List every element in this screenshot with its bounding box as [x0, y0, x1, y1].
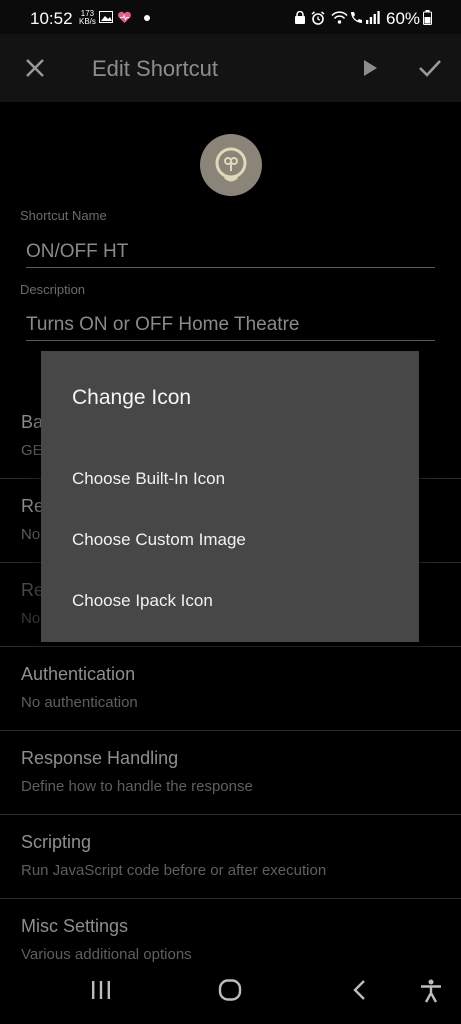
settings-item-subtitle: No	[21, 610, 41, 627]
dialog-option-label: Choose Ipack Icon	[72, 591, 213, 610]
play-icon[interactable]	[361, 59, 379, 77]
wifi-calling-icon	[351, 12, 362, 23]
settings-item-scripting[interactable]: Scripting Run JavaScript code before or …	[0, 814, 461, 899]
settings-item-title: Authentication	[21, 664, 136, 684]
settings-item-title: Scripting	[21, 832, 92, 852]
settings-item-subtitle: Define how to handle the response	[21, 778, 253, 795]
description-input[interactable]: Turns ON or OFF Home Theatre	[26, 314, 299, 336]
settings-item-subtitle: No	[21, 526, 41, 543]
settings-item-subtitle: Run JavaScript code before or after exec…	[21, 862, 327, 879]
settings-item-title: Ba	[21, 412, 44, 432]
recent-apps-icon[interactable]	[90, 979, 112, 1001]
shortcut-icon-button[interactable]	[200, 134, 262, 196]
status-bar: 10:52 173 KB/s 60%	[0, 0, 461, 34]
accessibility-icon[interactable]	[419, 979, 443, 1003]
battery-charging-icon	[423, 10, 432, 25]
settings-item-subtitle: GE	[21, 442, 43, 459]
app-bar: Edit Shortcut	[0, 34, 461, 102]
change-icon-dialog: Change Icon Choose Built-In Icon Choose …	[41, 351, 419, 642]
settings-item-response-handling[interactable]: Response Handling Define how to handle t…	[0, 730, 461, 815]
wifi-icon	[331, 11, 348, 24]
battery-percentage: 60%	[386, 9, 421, 28]
navigation-bar	[0, 962, 461, 1024]
dialog-option-label: Choose Custom Image	[72, 530, 246, 549]
close-icon[interactable]	[24, 57, 46, 79]
settings-item-subtitle: No authentication	[21, 694, 138, 711]
choose-ipack-icon-option[interactable]: Choose Ipack Icon	[41, 573, 419, 633]
lock-icon	[295, 11, 305, 24]
description-label: Description	[20, 282, 86, 297]
choose-built-in-icon-option[interactable]: Choose Built-In Icon	[41, 451, 419, 511]
notification-dot-icon	[144, 15, 150, 21]
home-icon[interactable]	[218, 979, 242, 1001]
settings-item-title: Misc Settings	[21, 916, 129, 936]
shortcut-name-underline	[26, 267, 435, 268]
choose-custom-image-option[interactable]: Choose Custom Image	[41, 512, 419, 572]
shortcut-name-input[interactable]: ON/OFF HT	[26, 241, 128, 263]
dialog-title: Change Icon	[72, 386, 192, 409]
signal-icon	[366, 11, 380, 24]
alarm-icon	[311, 11, 325, 25]
status-time: 10:52	[30, 9, 73, 28]
gallery-icon	[99, 11, 113, 23]
settings-item-authentication[interactable]: Authentication No authentication	[0, 646, 461, 731]
network-speed-unit: KB/s	[79, 17, 96, 26]
shortcut-name-label: Shortcut Name	[20, 208, 107, 223]
back-icon[interactable]	[350, 979, 368, 1001]
health-icon	[118, 11, 131, 23]
page-title: Edit Shortcut	[92, 56, 218, 81]
settings-item-subtitle: Various additional options	[21, 946, 192, 963]
check-icon[interactable]	[418, 57, 442, 79]
settings-item-title: Response Handling	[21, 748, 179, 768]
lightbulb-icon	[215, 147, 247, 182]
description-underline	[26, 340, 435, 341]
network-speed: 173 KB/s	[79, 10, 96, 26]
dialog-option-label: Choose Built-In Icon	[72, 469, 226, 488]
